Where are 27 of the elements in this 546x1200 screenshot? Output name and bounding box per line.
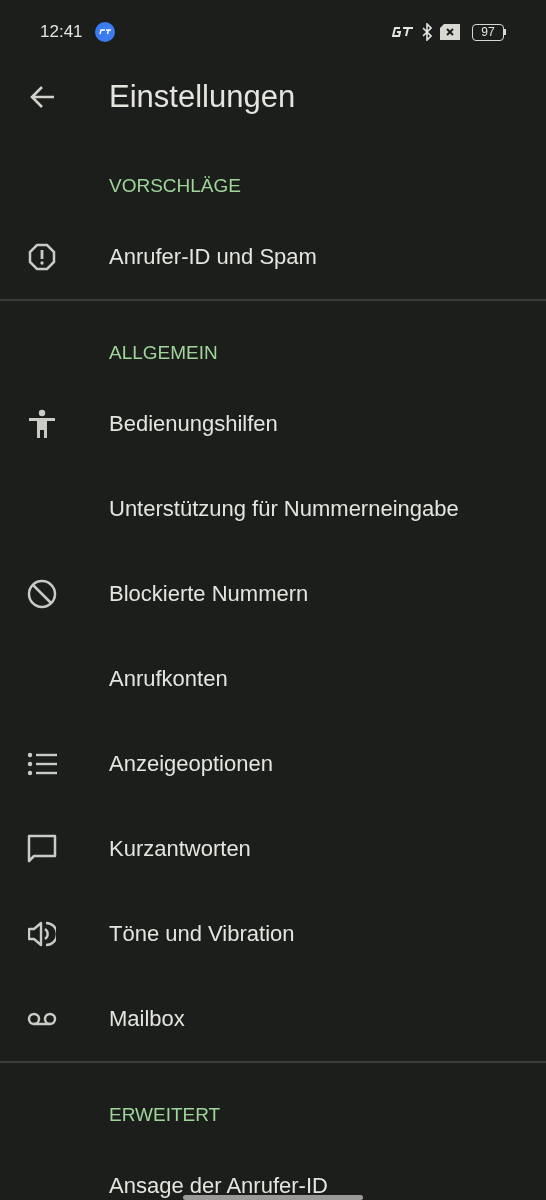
page-title: Einstellungen — [109, 77, 296, 116]
list-icon — [27, 751, 57, 776]
back-arrow-icon — [29, 85, 55, 109]
accessibility-icon — [28, 408, 56, 439]
settings-item[interactable]: Anrufkonten — [0, 636, 546, 721]
section-header: VORSCHLÄGE — [108, 174, 242, 198]
section-header: ERWEITERT — [108, 1103, 222, 1127]
bluetooth-icon — [422, 23, 432, 41]
blocked-icon — [27, 578, 57, 609]
battery-indicator: 97 — [472, 23, 506, 41]
no-sim-icon — [440, 24, 460, 40]
speaker-icon — [28, 920, 56, 947]
settings-item[interactable]: Unterstützung für Nummerneingabe — [0, 466, 546, 551]
settings-item[interactable]: Mailbox — [0, 976, 546, 1061]
settings-item[interactable]: Bedienungshilfen — [0, 381, 546, 466]
settings-item[interactable]: Blockierte Nummern — [0, 551, 546, 636]
settings-item[interactable]: Anrufer-ID und Spam — [0, 214, 546, 299]
message-icon — [27, 833, 57, 864]
settings-item[interactable]: Anzeigeoptionen — [0, 721, 546, 806]
settings-item[interactable]: Töne und Vibration — [0, 891, 546, 976]
gt-mode-icon — [392, 27, 414, 37]
section-header: ALLGEMEIN — [108, 341, 219, 365]
settings-item[interactable]: Kurzantworten — [0, 806, 546, 891]
voicemail-icon — [27, 1010, 57, 1027]
alert-icon — [28, 242, 56, 271]
settings-item[interactable]: Ansage der Anrufer-ID — [0, 1143, 546, 1200]
status-time: 12:41 — [40, 21, 83, 44]
